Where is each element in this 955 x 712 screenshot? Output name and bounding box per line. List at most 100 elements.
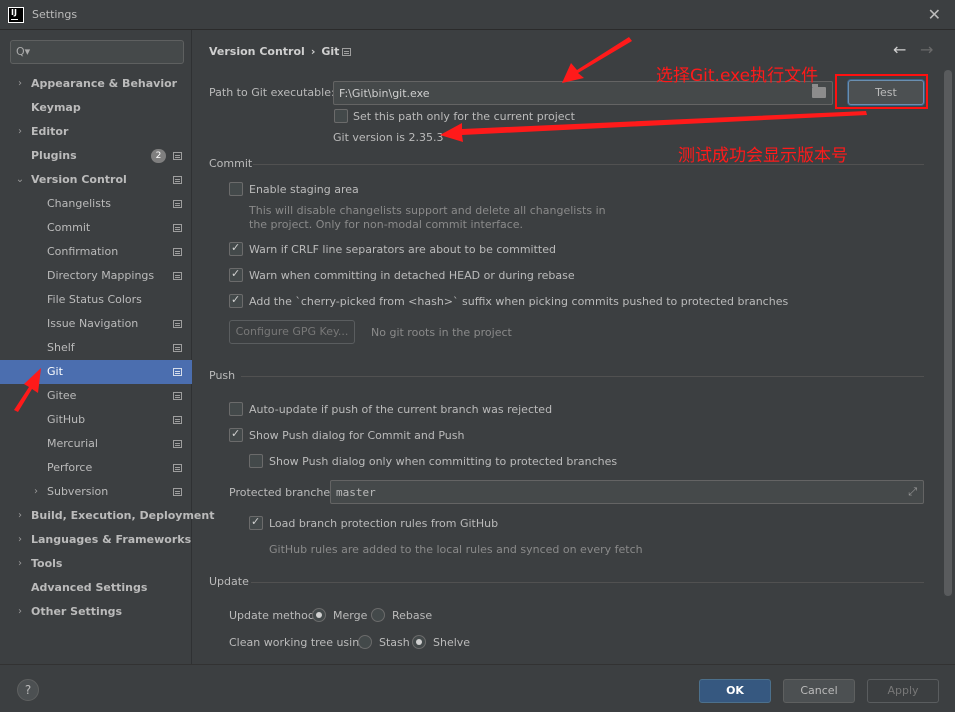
sidebar-item-file-status-colors[interactable]: File Status Colors <box>0 288 192 312</box>
breadcrumb: Version Control › Git <box>209 45 339 58</box>
chevron-right-icon[interactable]: › <box>14 528 26 552</box>
merge-label: Merge <box>333 609 368 622</box>
sidebar-item-label: Other Settings <box>31 605 123 618</box>
configure-gpg-button[interactable]: Configure GPG Key... <box>229 320 355 344</box>
sidebar-item-label: Editor <box>31 125 69 138</box>
sidebar-item-other-settings[interactable]: › Other Settings <box>0 600 192 624</box>
rebase-radio[interactable] <box>371 608 385 622</box>
sidebar-item-gitee[interactable]: Gitee <box>0 384 192 408</box>
project-level-icon <box>342 48 351 56</box>
sidebar-item-plugins[interactable]: Plugins 2 <box>0 144 192 168</box>
show-push-dialog-checkbox[interactable] <box>229 427 243 442</box>
settings-search[interactable]: Q▾ <box>10 40 184 64</box>
stash-radio[interactable] <box>358 635 372 649</box>
window-title: Settings <box>32 8 78 21</box>
section-divider <box>251 582 924 583</box>
shelve-label: Shelve <box>433 636 471 649</box>
chevron-down-icon[interactable]: ⌄ <box>14 168 26 192</box>
sidebar-item-label: Languages & Frameworks <box>31 533 192 546</box>
sidebar-item-git[interactable]: Git <box>0 360 192 384</box>
close-icon[interactable]: ✕ <box>928 5 941 24</box>
chevron-right-icon[interactable]: › <box>14 120 26 144</box>
protected-branches-input[interactable] <box>336 484 876 500</box>
clean-tree-label: Clean working tree using: <box>229 636 370 649</box>
protected-only-checkbox[interactable] <box>249 454 263 468</box>
load-rules-checkbox[interactable] <box>249 515 263 530</box>
sidebar-item-github[interactable]: GitHub <box>0 408 192 432</box>
sidebar-item-commit[interactable]: Commit <box>0 216 192 240</box>
apply-button[interactable]: Apply <box>867 679 939 703</box>
sidebar-item-label: Perforce <box>47 461 93 474</box>
chevron-right-icon[interactable]: › <box>14 552 26 576</box>
protected-only-label: Show Push dialog only when committing to… <box>269 455 618 468</box>
update-method-label: Update method: <box>229 609 319 622</box>
forward-arrow-icon[interactable]: → <box>920 40 933 59</box>
vertical-scrollbar[interactable] <box>944 70 952 596</box>
sidebar-item-advanced-settings[interactable]: Advanced Settings <box>0 576 192 600</box>
sidebar-item-languages-frameworks[interactable]: › Languages & Frameworks <box>0 528 192 552</box>
sidebar-item-label: Appearance & Behavior <box>31 77 178 90</box>
load-rules-help: GitHub rules are added to the local rule… <box>269 543 643 556</box>
sidebar-item-changelists[interactable]: Changelists <box>0 192 192 216</box>
sidebar-item-label: Gitee <box>47 389 77 402</box>
sidebar-item-confirmation[interactable]: Confirmation <box>0 240 192 264</box>
sidebar-item-mercurial[interactable]: Mercurial <box>0 432 192 456</box>
cherry-pick-checkbox[interactable] <box>229 293 243 308</box>
breadcrumb-parent[interactable]: Version Control <box>209 45 305 58</box>
project-level-icon <box>173 224 182 232</box>
help-button[interactable]: ? <box>17 679 39 701</box>
project-level-icon <box>173 200 182 208</box>
sidebar-item-keymap[interactable]: Keymap <box>0 96 192 120</box>
search-input[interactable] <box>35 43 175 61</box>
project-level-icon <box>173 464 182 472</box>
sidebar-item-subversion[interactable]: › Subversion <box>0 480 192 504</box>
merge-radio[interactable] <box>312 608 326 622</box>
protected-branches-label: Protected branches: <box>229 486 340 499</box>
sidebar-item-perforce[interactable]: Perforce <box>0 456 192 480</box>
chevron-right-icon[interactable]: › <box>14 72 26 96</box>
sidebar-item-label: Directory Mappings <box>47 269 155 282</box>
staging-help-2: the project. Only for non-modal commit i… <box>249 218 524 231</box>
sidebar-item-version-control[interactable]: ⌄ Version Control <box>0 168 192 192</box>
project-level-icon <box>173 176 182 184</box>
test-button[interactable]: Test <box>848 80 924 105</box>
scrollbar-thumb[interactable] <box>944 70 952 596</box>
expand-icon[interactable]: ⤢ <box>908 485 917 499</box>
auto-update-checkbox[interactable] <box>229 402 243 416</box>
shelve-radio[interactable] <box>412 635 426 649</box>
section-divider <box>241 376 924 377</box>
chevron-right-icon[interactable]: › <box>14 600 26 624</box>
browse-folder-icon[interactable] <box>812 84 826 98</box>
protected-branches-field[interactable]: ⤢ <box>330 480 924 504</box>
crlf-checkbox[interactable] <box>229 241 243 256</box>
sidebar-item-tools[interactable]: › Tools <box>0 552 192 576</box>
git-version-text: Git version is 2.35.3 <box>333 131 444 144</box>
project-level-icon <box>173 368 182 376</box>
gpg-note: No git roots in the project <box>371 326 512 339</box>
title-bar: IJ Settings ✕ <box>0 0 955 30</box>
sidebar-item-label: Issue Navigation <box>47 317 139 330</box>
sidebar-item-label: Advanced Settings <box>31 581 148 594</box>
show-push-dialog-label: Show Push dialog for Commit and Push <box>249 429 465 442</box>
sidebar-item-directory-mappings[interactable]: Directory Mappings <box>0 264 192 288</box>
back-arrow-icon[interactable]: ← <box>893 40 906 59</box>
project-level-icon <box>173 152 182 160</box>
sidebar-item-issue-navigation[interactable]: Issue Navigation <box>0 312 192 336</box>
staging-checkbox[interactable] <box>229 182 243 196</box>
detached-head-checkbox[interactable] <box>229 267 243 282</box>
chevron-right-icon[interactable]: › <box>30 480 42 504</box>
chevron-right-icon[interactable]: › <box>14 504 26 528</box>
cherry-pick-label: Add the `cherry-picked from <hash>` suff… <box>249 295 789 308</box>
sidebar-item-build-execution-deployment[interactable]: › Build, Execution, Deployment <box>0 504 214 528</box>
sidebar-item-appearance-behavior[interactable]: › Appearance & Behavior <box>0 72 192 96</box>
ok-button[interactable]: OK <box>699 679 771 703</box>
sidebar-item-editor[interactable]: › Editor <box>0 120 192 144</box>
current-project-checkbox[interactable] <box>334 109 348 123</box>
git-path-input[interactable] <box>339 85 809 101</box>
project-level-icon <box>173 272 182 280</box>
project-level-icon <box>173 320 182 328</box>
cancel-button[interactable]: Cancel <box>783 679 855 703</box>
project-level-icon <box>173 440 182 448</box>
dialog-footer: ? OK Cancel Apply <box>0 664 955 712</box>
sidebar-item-shelf[interactable]: Shelf <box>0 336 192 360</box>
